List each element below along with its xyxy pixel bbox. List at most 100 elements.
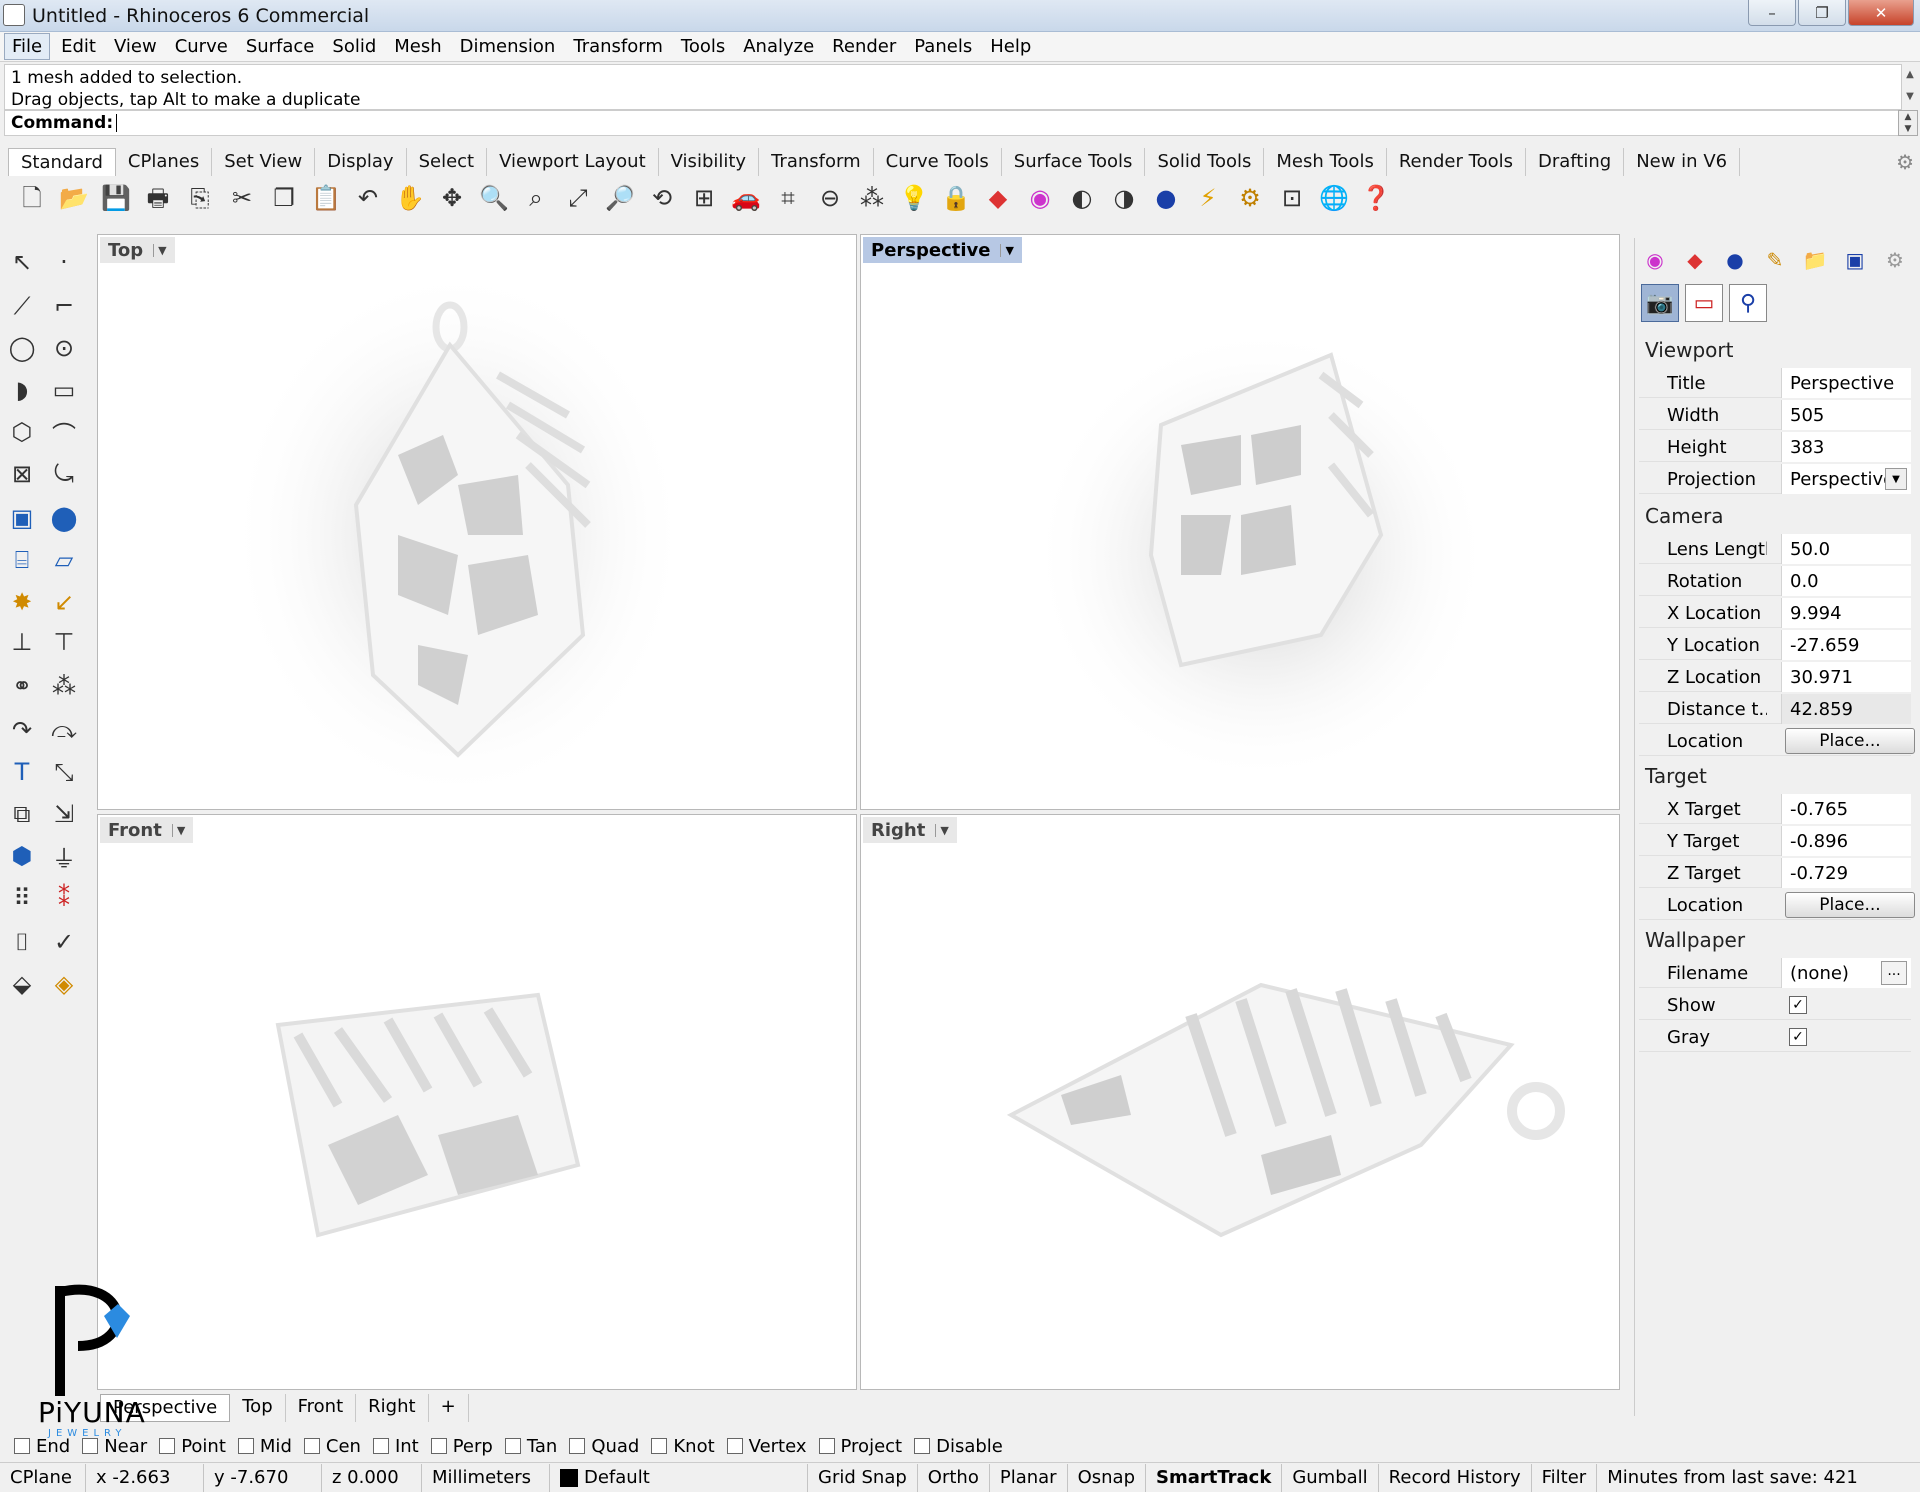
close-button[interactable]: ✕ — [1848, 0, 1914, 26]
osnap-vertex[interactable]: Vertex — [726, 1436, 807, 1457]
boolean-split-icon[interactable]: ⁂ — [46, 668, 82, 704]
record-history-toggle[interactable]: Record History — [1379, 1463, 1532, 1492]
move-view-icon[interactable]: ✥ — [434, 181, 470, 215]
paste-icon[interactable]: 📋 — [308, 181, 344, 215]
box-icon[interactable]: ▣ — [4, 500, 40, 536]
zoom-extents-icon[interactable]: ⤢ — [560, 181, 596, 215]
current-layer[interactable]: Default — [550, 1463, 808, 1492]
render-sphere-icon[interactable]: ● — [1148, 181, 1184, 215]
four-viewports-icon[interactable]: ⊞ — [686, 181, 722, 215]
sphere-icon[interactable]: ⬤ — [46, 500, 82, 536]
globe-icon[interactable]: 🌐 — [1316, 181, 1352, 215]
osnap-disable[interactable]: Disable — [914, 1436, 1003, 1457]
viewport-perspective[interactable]: Perspective ▼ — [860, 234, 1620, 810]
prop-value[interactable]: 0.0 — [1781, 566, 1911, 596]
polyline-icon[interactable]: ⟋ — [4, 288, 40, 324]
select-arrow-icon[interactable]: ↖ — [4, 244, 40, 280]
undo-icon[interactable]: ↶ — [350, 181, 386, 215]
light-icon[interactable]: ⚡ — [1190, 181, 1226, 215]
cylinder-icon[interactable]: ⌸ — [4, 542, 40, 578]
filter-toggle[interactable]: Filter — [1532, 1463, 1598, 1492]
place-target-button[interactable]: Place... — [1785, 892, 1915, 918]
car-icon[interactable]: 🚗 — [728, 181, 764, 215]
osnap-checkbox[interactable] — [159, 1438, 176, 1454]
lightbulb-icon[interactable]: 💡 — [896, 181, 932, 215]
grid-plane-icon[interactable]: ⌗ — [770, 181, 806, 215]
new-file-icon[interactable]: 🗋 — [14, 181, 50, 215]
mesh-tools-icon[interactable]: ⬙ — [4, 966, 40, 1002]
browse-button[interactable]: ... — [1881, 961, 1907, 985]
command-line[interactable]: Command: — [4, 110, 1902, 136]
osnap-perp[interactable]: Perp — [430, 1436, 493, 1457]
camera-icon[interactable]: 📷 — [1641, 284, 1679, 322]
viewport-menu-arrow-icon[interactable]: ▼ — [171, 823, 185, 837]
viewport-title-right[interactable]: Right ▼ — [863, 817, 957, 843]
cplane-indicator[interactable]: CPlane — [0, 1463, 86, 1492]
help-icon[interactable]: ❓ — [1358, 181, 1394, 215]
menu-analyze[interactable]: Analyze — [736, 34, 821, 59]
osnap-tan[interactable]: Tan — [504, 1436, 557, 1457]
osnap-checkbox[interactable] — [651, 1438, 668, 1454]
menu-file[interactable]: File — [4, 33, 51, 60]
osnap-checkbox[interactable] — [569, 1438, 586, 1454]
tab-standard[interactable]: Standard — [8, 148, 116, 176]
tab-viewport-layout[interactable]: Viewport Layout — [487, 148, 659, 176]
osnap-point[interactable]: Point — [159, 1436, 226, 1457]
osnap-checkbox[interactable] — [430, 1438, 447, 1454]
select-points-icon[interactable]: ⁂ — [854, 181, 890, 215]
zoom-selected-icon[interactable]: 🔎 — [602, 181, 638, 215]
menu-render[interactable]: Render — [825, 34, 903, 59]
tab-drafting[interactable]: Drafting — [1526, 148, 1625, 176]
gumball-toggle[interactable]: Gumball — [1282, 1463, 1379, 1492]
menu-surface[interactable]: Surface — [239, 34, 322, 59]
arc-icon[interactable]: ◗ — [4, 372, 40, 408]
zoom-window-icon[interactable]: ⌕ — [518, 181, 554, 215]
viewport-title-top[interactable]: Top ▼ — [100, 237, 175, 263]
check-icon[interactable]: ✓ — [46, 924, 82, 960]
shaded-sphere-icon[interactable]: ◐ — [1064, 181, 1100, 215]
frame-icon[interactable]: ▭ — [1685, 284, 1723, 322]
split-icon[interactable]: ⊤ — [46, 624, 82, 660]
history-scrollbar[interactable]: ▲ ▼ — [1902, 64, 1918, 110]
polygon-icon[interactable]: ⬡ — [4, 414, 40, 450]
vtab-top[interactable]: Top — [230, 1394, 286, 1422]
menu-edit[interactable]: Edit — [54, 34, 103, 59]
viewport-top[interactable]: Top ▼ — [97, 234, 857, 810]
grid-snap-toggle[interactable]: Grid Snap — [808, 1463, 918, 1492]
settings-gear-icon[interactable]: ⚙ — [1881, 246, 1909, 274]
render-tools-icon[interactable]: ◈ — [46, 966, 82, 1002]
osnap-checkbox[interactable] — [914, 1438, 931, 1454]
command-history[interactable]: 1 mesh added to selection. Drag objects,… — [4, 64, 1902, 110]
prop-value[interactable]: 42.859 — [1781, 694, 1911, 724]
osnap-checkbox[interactable] — [14, 1438, 30, 1454]
menu-tools[interactable]: Tools — [674, 34, 732, 59]
maximize-button[interactable]: ❐ — [1798, 0, 1846, 26]
osnap-project[interactable]: Project — [818, 1436, 902, 1457]
mesh-plane-icon[interactable]: ▱ — [46, 542, 82, 578]
scale-icon[interactable]: ⇲ — [46, 796, 82, 832]
display-icon[interactable]: ▣ — [1841, 246, 1869, 274]
prop-value[interactable]: 9.994 — [1781, 598, 1911, 628]
tab-visibility[interactable]: Visibility — [659, 148, 760, 176]
zoom-icon[interactable]: 🔍 — [476, 181, 512, 215]
offset-icon[interactable]: ⤼ — [46, 712, 82, 748]
prop-value[interactable]: Perspective — [1781, 368, 1911, 398]
minimize-button[interactable]: – — [1748, 0, 1796, 26]
tab-cplanes[interactable]: CPlanes — [116, 148, 213, 176]
folder-icon[interactable]: 📁 — [1801, 246, 1829, 274]
menu-transform[interactable]: Transform — [566, 34, 670, 59]
vtab-front[interactable]: Front — [286, 1394, 357, 1422]
fillet-icon[interactable]: ⌒ — [46, 414, 82, 450]
open-folder-icon[interactable]: 📂 — [56, 181, 92, 215]
layers-icon[interactable]: ◆ — [1681, 246, 1709, 274]
tab-curve-tools[interactable]: Curve Tools — [874, 148, 1002, 176]
extend-icon[interactable]: ↙ — [46, 584, 82, 620]
add-viewport-button[interactable]: + — [429, 1394, 469, 1422]
array-icon[interactable]: ⧉ — [4, 796, 40, 832]
analyze-icon[interactable]: ⌷ — [4, 924, 40, 960]
point-icon[interactable]: · — [46, 244, 82, 280]
trim-icon[interactable]: ⊥ — [4, 624, 40, 660]
osnap-quad[interactable]: Quad — [569, 1436, 639, 1457]
viewport-title-front[interactable]: Front ▼ — [100, 817, 194, 843]
color-wheel-icon[interactable]: ◉ — [1022, 181, 1058, 215]
